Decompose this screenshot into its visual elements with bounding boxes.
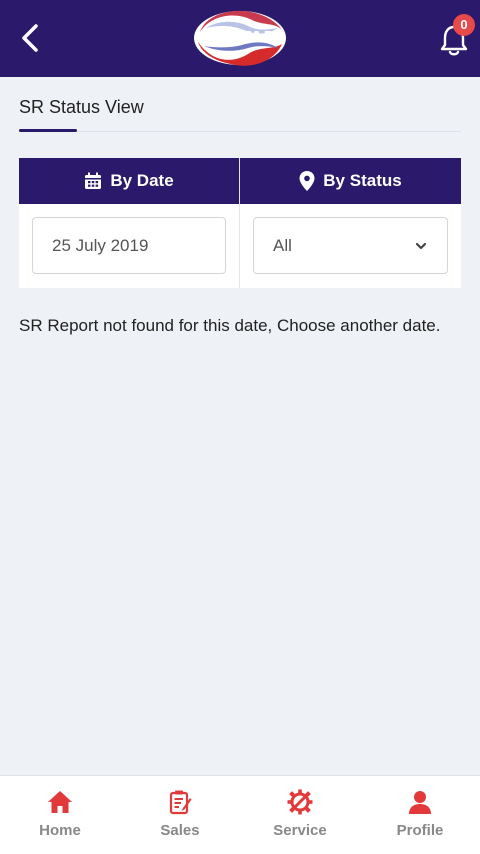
title-divider xyxy=(19,131,461,132)
chevron-down-icon xyxy=(415,242,427,250)
bottom-navigation: Home Sales Service Profile xyxy=(0,775,480,854)
title-underline xyxy=(19,129,77,132)
top-app-bar: PRATAP 0 xyxy=(0,0,480,77)
nav-service-label: Service xyxy=(273,822,327,839)
nav-profile[interactable]: Profile xyxy=(360,776,480,854)
by-status-label: By Status xyxy=(323,171,402,190)
nav-sales[interactable]: Sales xyxy=(120,776,240,854)
nav-profile-label: Profile xyxy=(396,822,444,839)
service-icon xyxy=(287,789,313,815)
by-date-label: By Date xyxy=(110,171,174,190)
by-date-header: By Date xyxy=(19,158,239,204)
status-select[interactable]: All xyxy=(253,217,448,274)
logo-text: PRATAP xyxy=(204,28,276,46)
nav-home-label: Home xyxy=(39,822,81,839)
back-button[interactable] xyxy=(10,18,50,58)
chevron-left-icon xyxy=(22,24,38,52)
home-icon xyxy=(48,791,72,813)
sales-icon xyxy=(169,790,192,815)
calendar-icon xyxy=(85,172,102,189)
empty-state-message: SR Report not found for this date, Choos… xyxy=(19,316,441,335)
nav-service[interactable]: Service xyxy=(240,776,360,854)
by-status-header: By Status xyxy=(240,158,461,204)
date-value: 25 July 2019 xyxy=(52,235,149,255)
map-pin-icon xyxy=(299,171,315,191)
page-title: SR Status View xyxy=(19,97,144,117)
nav-sales-label: Sales xyxy=(160,822,200,839)
notification-badge: 0 xyxy=(453,14,475,36)
nav-home[interactable]: Home xyxy=(0,776,120,854)
date-picker-field[interactable]: 25 July 2019 xyxy=(32,217,226,274)
status-value: All xyxy=(273,235,292,255)
filter-divider xyxy=(239,158,240,288)
brand-logo: PRATAP xyxy=(192,10,288,66)
filter-card: By Date By Status 25 July 2019 All xyxy=(19,158,461,288)
profile-icon xyxy=(409,791,431,814)
